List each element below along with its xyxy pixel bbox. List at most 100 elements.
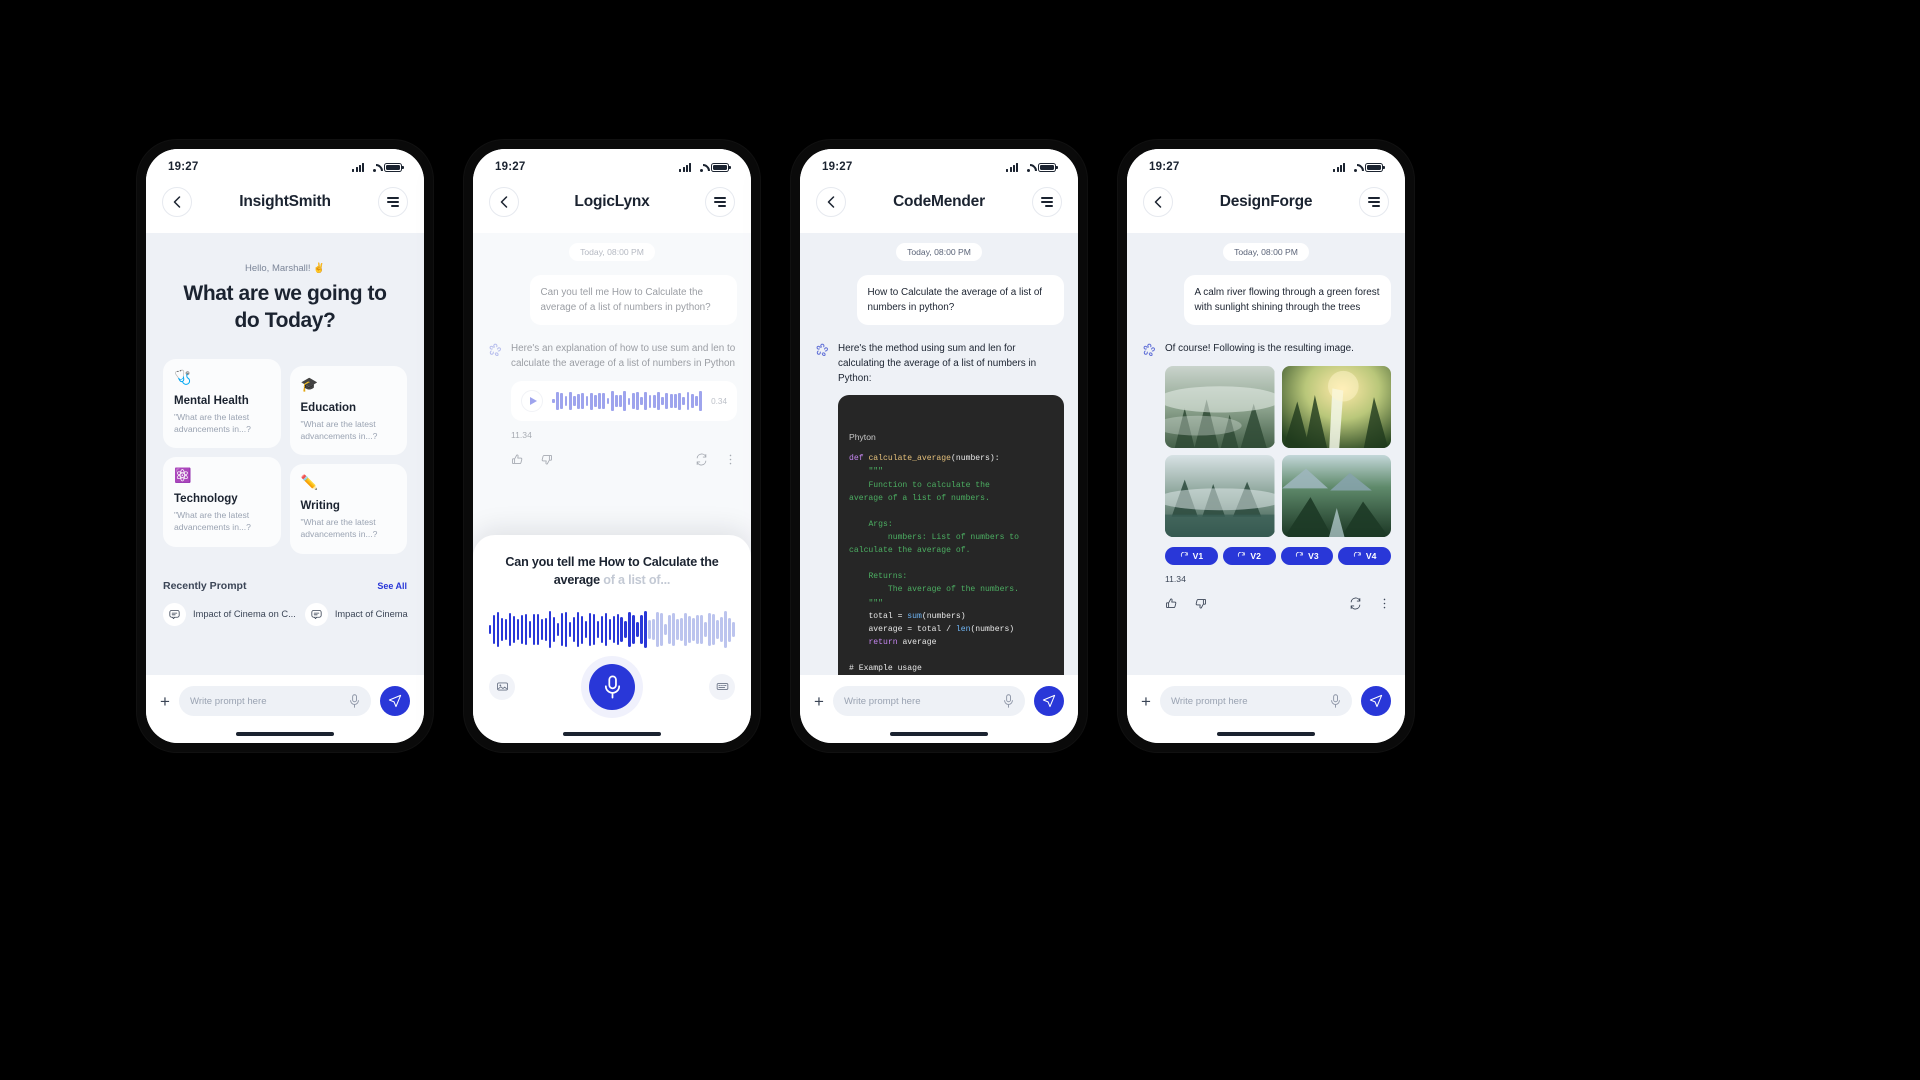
prompt-input[interactable]: Write prompt here (178, 686, 371, 716)
send-button[interactable] (1034, 686, 1064, 716)
chevron-left-icon (173, 196, 181, 208)
code-token: calculate_average (868, 454, 952, 464)
page-title: InsightSmith (239, 193, 331, 210)
list-item[interactable]: Impact of Cinema on C... (163, 602, 296, 626)
thumbs-down-icon[interactable] (1194, 597, 1207, 610)
home-body: Hello, Marshall! ✌️ What are we going to… (146, 233, 424, 675)
suggestion-card-education[interactable]: 🎓 Education "What are the latest advance… (289, 365, 407, 456)
menu-button[interactable] (1358, 187, 1389, 217)
see-all-link[interactable]: See All (377, 581, 407, 591)
wifi-icon (1349, 163, 1361, 172)
home-indicator (800, 725, 1078, 743)
chevron-left-icon (827, 196, 835, 208)
status-icons (1006, 162, 1058, 172)
thumbs-up-icon[interactable] (1165, 597, 1178, 610)
river-valley-image[interactable] (1281, 455, 1391, 538)
phone2-screen: 19:27 LogicLynx Today, 08:00 PM (473, 149, 751, 743)
message-list[interactable]: Today, 08:00 PM A calm river flowing thr… (1127, 233, 1405, 675)
battery-icon (1365, 162, 1385, 172)
status-time: 19:27 (495, 161, 526, 173)
ai-message-row: Here's the method using sum and len for … (814, 341, 1064, 675)
message-list[interactable]: Today, 08:00 PM How to Calculate the ave… (800, 233, 1078, 675)
microphone-icon (604, 674, 620, 699)
list-item-label: Impact of Cinema on C... (193, 609, 296, 620)
prompt-placeholder: Write prompt here (843, 695, 921, 707)
back-button[interactable] (816, 187, 846, 217)
back-button[interactable] (489, 187, 519, 217)
code-token: # Example usage (849, 664, 922, 674)
ai-message-body: Of course! Following is the resulting im… (1165, 341, 1391, 610)
variant-button-label: V1 (1192, 551, 1204, 562)
battery-icon (711, 162, 731, 172)
sunlit-waterfall-image[interactable] (1281, 366, 1391, 449)
variant-button-v4[interactable]: V4 (1338, 547, 1391, 566)
variant-button-v2[interactable]: V2 (1222, 547, 1276, 566)
variant-button-label: V4 (1365, 551, 1377, 562)
back-button[interactable] (1143, 187, 1173, 217)
card-subtitle: "What are the latest advancements in...? (300, 517, 378, 540)
ai-message-text: Of course! Following is the resulting im… (1165, 343, 1354, 355)
phone-mockup-2: 19:27 LogicLynx Today, 08:00 PM (457, 133, 767, 759)
variant-button-v1[interactable]: V1 (1165, 547, 1218, 566)
card-title: Writing (300, 500, 340, 513)
code-token: len (955, 624, 971, 634)
add-attachment-button[interactable]: + (814, 693, 824, 710)
keyboard-button[interactable] (709, 673, 735, 700)
hamburger-menu-icon (713, 197, 726, 207)
suggestion-card-technology[interactable]: ⚛️ Technology "What are the latest advan… (163, 457, 281, 547)
live-waveform (489, 610, 735, 650)
prompt-placeholder: Write prompt here (189, 695, 267, 707)
composer-bar: + Write prompt here (800, 675, 1078, 725)
menu-button[interactable] (704, 187, 735, 217)
menu-button[interactable] (378, 187, 408, 217)
microphone-icon[interactable] (1003, 694, 1014, 708)
suggestion-card-mental-health[interactable]: 🩺 Mental Health "What are the latest adv… (163, 358, 281, 449)
refresh-icon (1296, 551, 1303, 557)
signal-bars-icon (1333, 162, 1345, 172)
chat-body: Today, 08:00 PM A calm river flowing thr… (1127, 233, 1405, 675)
refresh-icon[interactable] (1349, 597, 1362, 610)
code-token: (numbers): (951, 454, 1000, 464)
day-divider: Today, 08:00 PM (1223, 243, 1309, 261)
send-button[interactable] (1361, 686, 1391, 716)
send-button[interactable] (380, 686, 410, 716)
prompt-input[interactable]: Write prompt here (832, 686, 1025, 716)
list-item[interactable]: Impact of Cinema (304, 602, 408, 626)
add-attachment-button[interactable]: + (1141, 693, 1151, 710)
phone-mockup-3: 19:27 CodeMender Today, 08:00 PM How to … (784, 133, 1094, 759)
back-button[interactable] (162, 187, 192, 217)
foggy-lake-image[interactable] (1165, 455, 1275, 538)
voice-overlay-controls (489, 663, 735, 710)
app-header: DesignForge (1127, 179, 1405, 233)
recent-prompt-list: Impact of Cinema on C... Impact of Cinem… (146, 602, 424, 626)
generated-image-grid (1165, 366, 1391, 538)
page-title: CodeMender (893, 193, 985, 210)
prompt-input[interactable]: Write prompt here (1159, 686, 1352, 716)
composer-bar: + Write prompt here (146, 675, 424, 725)
misty-forest-image[interactable] (1165, 366, 1275, 449)
suggestion-card-writing[interactable]: ✏️ Writing "What are the latest advancem… (289, 464, 407, 554)
chevron-left-icon (500, 196, 508, 208)
atom-icon: ⚛️ (174, 467, 192, 484)
chat-bubble-icon (304, 602, 328, 626)
variant-button-v3[interactable]: V3 (1280, 547, 1334, 566)
image-gallery-button[interactable] (489, 673, 515, 700)
pencil-icon: ✏️ (300, 474, 318, 491)
hamburger-menu-icon (1041, 197, 1053, 207)
card-title: Education (300, 401, 357, 414)
signal-bars-icon (679, 162, 691, 172)
record-mic-button[interactable] (589, 663, 635, 710)
signal-bars-icon (352, 162, 364, 172)
microphone-icon[interactable] (1330, 694, 1341, 708)
add-attachment-button[interactable]: + (160, 693, 170, 710)
menu-button[interactable] (1032, 187, 1062, 217)
day-divider: Today, 08:00 PM (896, 243, 982, 261)
code-token: return (868, 637, 898, 647)
more-vertical-icon[interactable] (1378, 597, 1391, 610)
phone3-screen: 19:27 CodeMender Today, 08:00 PM How to … (800, 149, 1078, 743)
keyboard-icon (716, 683, 728, 690)
microphone-icon[interactable] (349, 694, 360, 708)
status-bar: 19:27 (146, 149, 424, 179)
code-block[interactable]: Phyton def calculate_average(numbers): ""… (838, 395, 1064, 675)
screenshot-stage: 19:27 InsightSmith Hello, Marshall! ✌️ W… (0, 0, 1920, 1080)
